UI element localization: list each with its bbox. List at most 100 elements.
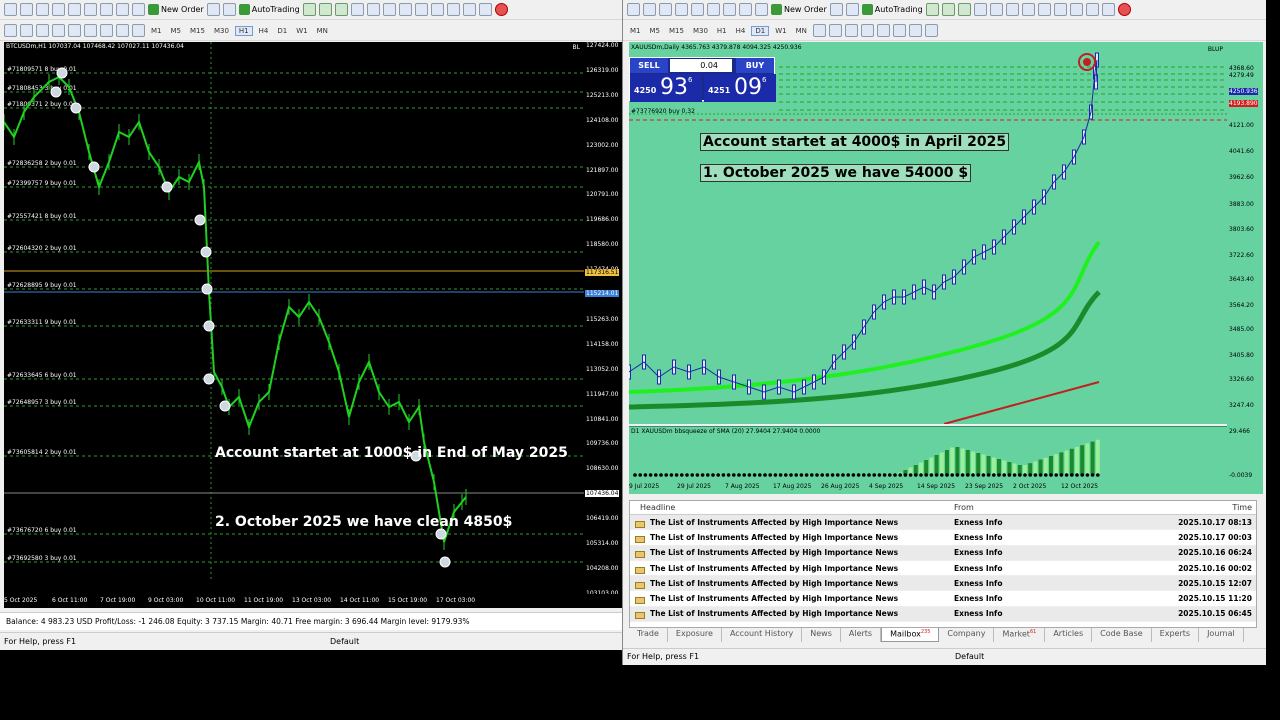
tf-m15[interactable]: M15 [187,27,208,35]
autoscroll-icon[interactable] [398,3,412,16]
btc-order-marker[interactable] [203,373,215,385]
tester-icon[interactable] [116,3,129,16]
market-watch-icon[interactable] [675,3,688,16]
mailbox-row[interactable]: The List of Instruments Affected by High… [630,561,1256,577]
horizontal-line-icon[interactable] [36,24,49,37]
market-watch-icon[interactable] [52,3,65,16]
arrows-icon[interactable] [132,24,145,37]
autotrading-button[interactable]: AutoTrading [238,4,300,15]
lot-size-input[interactable]: 0.04 [670,59,732,72]
btc-order-marker[interactable] [70,102,82,114]
line-chart-icon[interactable] [957,3,971,16]
tf-mn[interactable]: MN [314,27,331,35]
mailbox-row[interactable]: The List of Instruments Affected by High… [630,545,1256,561]
tile-windows-icon[interactable] [1005,3,1019,16]
bbsqueeze-subwindow[interactable]: D1 XAUUSDm bbsqueeze of SMA (20) 27.9404… [629,426,1227,482]
btc-order-marker[interactable] [435,528,447,540]
col-headline[interactable]: Headline [630,503,950,512]
col-time[interactable]: Time [1144,503,1256,512]
tile-windows-icon[interactable] [382,3,396,16]
editor-icon[interactable] [132,3,145,16]
trendline-icon[interactable] [52,24,65,37]
tf-m5[interactable]: M5 [168,27,185,35]
signals-icon[interactable] [206,3,220,16]
tf-d1[interactable]: D1 [274,27,290,35]
mailbox-row[interactable]: The List of Instruments Affected by High… [630,606,1256,623]
crosshair-icon[interactable] [812,24,826,37]
tf-m1[interactable]: M1 [627,27,644,35]
terminal-tab-account-history[interactable]: Account History [722,628,803,642]
cursor-icon[interactable] [627,3,640,16]
btc-order-marker[interactable] [439,556,451,568]
zoom-out-icon[interactable] [989,3,1003,16]
data-window-icon[interactable] [84,3,97,16]
terminal-tab-alerts[interactable]: Alerts [841,628,882,642]
line-chart-icon[interactable] [334,3,348,16]
tf-m30[interactable]: M30 [211,27,232,35]
tf-m5[interactable]: M5 [647,27,664,35]
data-window-icon[interactable] [707,3,720,16]
terminal-tab-news[interactable]: News [802,628,841,642]
terminal-tab-company[interactable]: Company [939,628,995,642]
new-order-button[interactable]: New Order [148,4,204,15]
chart-shift-icon[interactable] [1037,3,1051,16]
bar-chart-icon[interactable] [302,3,316,16]
terminal-tab-exposure[interactable]: Exposure [668,628,722,642]
fibonacci-icon[interactable] [892,24,906,37]
periods-icon[interactable] [1069,3,1083,16]
btc-order-marker[interactable] [56,67,68,79]
sell-button[interactable]: SELL [630,58,668,73]
btc-order-marker[interactable] [201,283,213,295]
arrows-icon[interactable] [924,24,938,37]
terminal-icon[interactable] [100,3,113,16]
indicators-icon[interactable] [430,3,444,16]
fibonacci-icon[interactable] [84,24,97,37]
text-icon[interactable] [908,24,922,37]
tf-m15[interactable]: M15 [666,27,687,35]
tf-m1[interactable]: M1 [148,27,165,35]
candlestick-icon[interactable] [318,3,332,16]
chart-shift-icon[interactable] [414,3,428,16]
trendline-icon[interactable] [860,24,874,37]
mailbox-row[interactable]: The List of Instruments Affected by High… [630,530,1256,546]
editor-icon[interactable] [755,3,768,16]
terminal-icon[interactable] [723,3,736,16]
periods-icon[interactable] [446,3,460,16]
btc-order-marker[interactable] [194,214,206,226]
terminal-tab-mailbox[interactable]: Mailbox235 [881,628,940,642]
autoscroll-icon[interactable] [1021,3,1035,16]
zoom-out-icon[interactable] [366,3,380,16]
tf-h4[interactable]: H4 [256,27,272,35]
search-icon[interactable] [478,3,492,16]
signals-icon[interactable] [829,3,843,16]
bar-chart-icon[interactable] [925,3,939,16]
mailbox-row[interactable]: The List of Instruments Affected by High… [630,576,1256,592]
new-chart-icon[interactable] [643,3,656,16]
terminal-tab-journal[interactable]: Journal [1199,628,1244,642]
tf-w1[interactable]: W1 [293,27,310,35]
tester-icon[interactable] [739,3,752,16]
btc-order-marker[interactable] [88,161,100,173]
btc-order-marker[interactable] [200,246,212,258]
mailbox-row[interactable]: The List of Instruments Affected by High… [630,515,1256,531]
channel-icon[interactable] [68,24,81,37]
buy-button[interactable]: BUY [736,58,774,73]
mailbox-row[interactable]: The List of Instruments Affected by High… [630,591,1256,607]
candlestick-icon[interactable] [941,3,955,16]
channel-icon[interactable] [876,24,890,37]
col-from[interactable]: From [950,503,1144,512]
tf-h4[interactable]: H4 [733,27,749,35]
notification-icon[interactable] [1117,3,1131,16]
label-icon[interactable] [116,24,129,37]
notification-icon[interactable] [494,3,508,16]
btc-order-marker[interactable] [50,86,62,98]
tf-m30[interactable]: M30 [690,27,711,35]
market-icon[interactable] [845,3,859,16]
btc-order-marker[interactable] [161,181,173,193]
profiles-icon[interactable] [659,3,672,16]
tf-mn[interactable]: MN [793,27,810,35]
terminal-tab-code-base[interactable]: Code Base [1092,628,1152,642]
new-chart-icon[interactable] [20,3,33,16]
profiles-icon[interactable] [36,3,49,16]
tf-h1[interactable]: H1 [714,27,730,35]
